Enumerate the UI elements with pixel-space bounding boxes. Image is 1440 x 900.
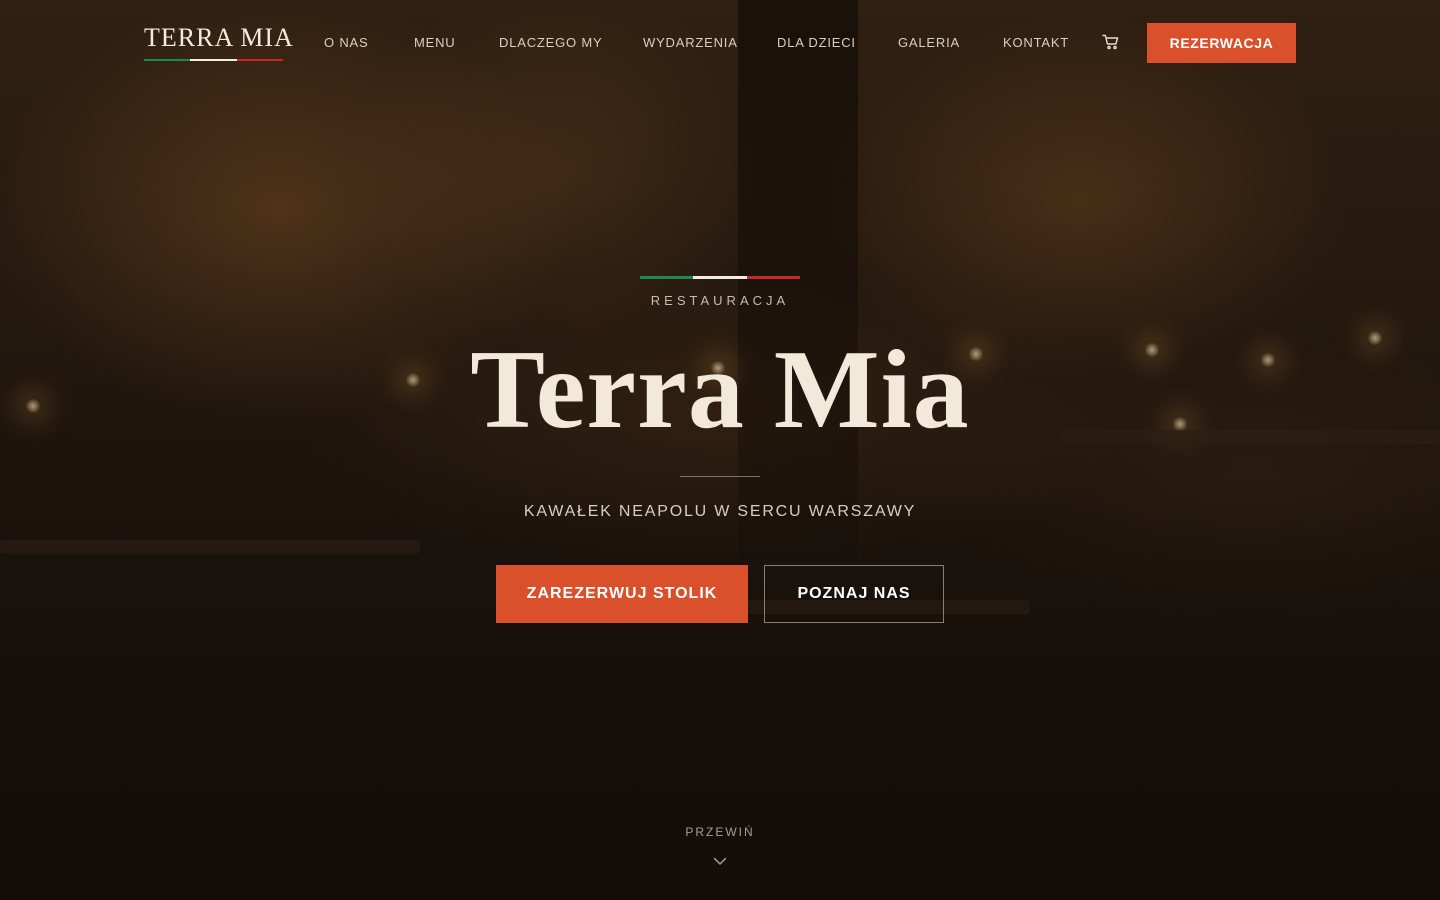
- nav-item-galeria[interactable]: GALERIA: [898, 35, 960, 50]
- nav-item-wydarzenia[interactable]: WYDARZENIA: [643, 35, 738, 50]
- flag-red: [236, 59, 283, 61]
- logo-flag-stripe: [144, 59, 283, 61]
- nav-item-menu[interactable]: MENU: [414, 35, 455, 50]
- nav-item-o-nas[interactable]: O NAS: [324, 35, 368, 50]
- flag-red: [746, 276, 800, 279]
- chevron-down-icon[interactable]: [713, 853, 727, 865]
- nav-item-dlaczego-my[interactable]: DLACZEGO MY: [499, 35, 602, 50]
- book-table-button[interactable]: ZAREZERWUJ STOLIK: [496, 565, 748, 623]
- site-header: TERRA MIA O NAS MENU DLACZEGO MY WYDARZE…: [0, 0, 1440, 86]
- flag-green: [640, 276, 694, 279]
- cart-icon[interactable]: [1102, 34, 1120, 50]
- logo[interactable]: TERRA MIA: [144, 23, 294, 61]
- scroll-hint[interactable]: PRZEWIŃ: [0, 825, 1440, 839]
- hero-eyebrow: RESTAURACJA: [650, 293, 790, 308]
- flag-white: [693, 276, 747, 279]
- hero-divider: [680, 476, 760, 477]
- hero-title: Terra Mia: [470, 328, 970, 452]
- logo-text: TERRA MIA: [144, 23, 294, 52]
- hero-flag-stripe: [640, 276, 800, 279]
- flag-green: [144, 59, 191, 61]
- nav-item-dla-dzieci[interactable]: DLA DZIECI: [777, 35, 856, 50]
- flag-white: [190, 59, 237, 61]
- about-us-button[interactable]: POZNAJ NAS: [764, 565, 944, 623]
- reservation-button[interactable]: REZERWACJA: [1147, 23, 1296, 63]
- hero-subtitle: KAWAŁEK NEAPOLU W SERCU WARSZAWY: [523, 503, 917, 520]
- nav-item-kontakt[interactable]: KONTAKT: [1003, 35, 1069, 50]
